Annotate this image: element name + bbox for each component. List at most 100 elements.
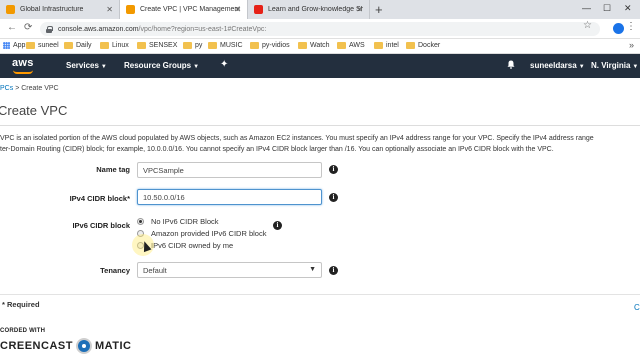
screencast-logo-icon xyxy=(75,338,92,354)
browser-toolbar: ← ⟳ console.aws.amazon.com /vpc/home?reg… xyxy=(0,19,640,39)
bookmark-label: AWS xyxy=(349,42,365,49)
caret-down-icon: ▼ xyxy=(632,64,639,70)
bookmark-folder[interactable]: intel xyxy=(374,42,399,49)
ipv6-option-none[interactable]: No IPv6 CIDR Block xyxy=(137,217,219,226)
breadcrumb-current: Create VPC xyxy=(21,85,59,92)
bookmark-folder[interactable]: py xyxy=(183,42,202,49)
aws-favicon-icon xyxy=(126,5,135,14)
radio-label: No IPv6 CIDR Block xyxy=(151,217,219,226)
folder-icon xyxy=(250,42,259,49)
maximize-button[interactable]: ☐ xyxy=(603,3,611,14)
tenancy-label: Tenancy xyxy=(100,266,130,275)
aws-logo[interactable]: aws xyxy=(12,57,34,69)
info-icon[interactable]: i xyxy=(329,193,338,202)
back-arrow-icon[interactable]: ← xyxy=(7,22,17,33)
close-icon[interactable]: ✕ xyxy=(234,5,241,14)
account-menu[interactable]: suneeldarsa ▼ xyxy=(530,61,585,70)
name-tag-input[interactable]: VPCSample xyxy=(137,162,322,178)
caret-down-icon: ▼ xyxy=(193,64,200,70)
folder-icon xyxy=(298,42,307,49)
region-name: N. Virginia xyxy=(591,61,631,70)
folder-icon xyxy=(137,42,146,49)
pin-icon[interactable]: ✦ xyxy=(220,59,228,70)
bell-icon[interactable] xyxy=(507,60,515,69)
address-bar[interactable]: console.aws.amazon.com /vpc/home?region=… xyxy=(40,22,600,36)
name-tag-value: VPCSample xyxy=(143,165,184,175)
bookmark-folder[interactable]: py-vidios xyxy=(250,42,290,49)
aws-smile-icon xyxy=(13,70,33,74)
bookmark-folder[interactable]: Watch xyxy=(298,42,330,49)
browser-menu-icon[interactable]: ⋮ xyxy=(626,21,636,32)
minimize-button[interactable]: — xyxy=(582,3,591,13)
bookmarks-bar: Apps suneel Daily Linux SENSEX py MUSIC … xyxy=(0,39,640,54)
bookmark-folder[interactable]: suneel xyxy=(26,42,59,49)
folder-icon xyxy=(406,42,415,49)
info-icon[interactable]: i xyxy=(329,165,338,174)
bookmark-folder[interactable]: Daily xyxy=(64,42,92,49)
ipv6-option-amazon[interactable]: Amazon provided IPv6 CIDR block xyxy=(137,229,266,238)
bookmarks-overflow-button[interactable]: » xyxy=(629,40,634,50)
resource-groups-menu[interactable]: Resource Groups ▼ xyxy=(124,61,199,70)
bookmark-label: suneel xyxy=(38,42,59,49)
region-menu[interactable]: N. Virginia ▼ xyxy=(591,61,638,70)
breadcrumb-link-vpcs[interactable]: PCs xyxy=(0,85,13,92)
caret-down-icon: ▼ xyxy=(578,64,585,70)
required-label: Required xyxy=(7,300,40,309)
bookmark-label: Linux xyxy=(112,42,129,49)
description-line: ter-Domain Routing (CIDR) block; for exa… xyxy=(0,146,554,153)
bookmark-folder[interactable]: Docker xyxy=(406,42,440,49)
bookmark-folder[interactable]: Linux xyxy=(100,42,129,49)
tenancy-select[interactable]: Default ▼ xyxy=(137,262,322,278)
bookmark-folder[interactable]: MUSIC xyxy=(208,42,243,49)
bookmark-label: Watch xyxy=(310,42,330,49)
folder-icon xyxy=(208,42,217,49)
radio-label: IPv6 CIDR owned by me xyxy=(151,241,234,250)
cancel-link[interactable]: C xyxy=(634,303,640,312)
url-host: console.aws.amazon.com xyxy=(58,25,139,33)
resource-groups-label: Resource Groups xyxy=(124,61,192,70)
browser-tab-active[interactable]: Create VPC | VPC Management C ✕ xyxy=(120,0,248,19)
bookmark-label: py xyxy=(195,42,203,49)
caret-down-icon: ▼ xyxy=(309,266,316,273)
divider xyxy=(0,125,640,126)
page-description: VPC is an isolated portion of the AWS cl… xyxy=(0,133,640,155)
bookmark-label: MUSIC xyxy=(220,42,243,49)
caret-down-icon: ▼ xyxy=(100,64,107,70)
profile-avatar[interactable] xyxy=(613,23,624,34)
bookmark-folder[interactable]: AWS xyxy=(337,42,365,49)
aws-console-navbar: aws Services ▼ Resource Groups ▼ ✦ suneeld… xyxy=(0,54,640,78)
tab-title: Learn and Grow-knowledge Sha xyxy=(268,6,363,13)
folder-icon xyxy=(64,42,73,49)
info-icon[interactable]: i xyxy=(329,266,338,275)
info-icon[interactable]: i xyxy=(273,221,282,230)
new-tab-button[interactable]: + xyxy=(375,2,383,17)
close-icon[interactable]: ✕ xyxy=(356,5,363,14)
close-icon[interactable]: ✕ xyxy=(106,5,113,14)
url-path: /vpc/home?region=us-east-1#CreateVpc: xyxy=(138,25,267,33)
bookmark-label: intel xyxy=(386,42,399,49)
bookmark-star-icon[interactable]: ☆ xyxy=(583,20,592,31)
divider xyxy=(0,294,640,295)
bookmark-folder[interactable]: SENSEX xyxy=(137,42,177,49)
folder-icon xyxy=(26,42,35,49)
folder-icon xyxy=(183,42,192,49)
browser-tabstrip: Global Infrastructure ✕ Create VPC | VPC… xyxy=(0,0,640,19)
reload-icon[interactable]: ⟳ xyxy=(24,22,32,33)
browser-tab[interactable]: Global Infrastructure ✕ xyxy=(0,0,120,19)
page-title: Create VPC xyxy=(0,103,68,118)
tenancy-value: Default xyxy=(143,265,167,275)
watermark-caption: CORDED WITH xyxy=(0,328,46,334)
ipv4-cidr-value: 10.50.0.0/16 xyxy=(143,192,185,202)
bookmark-label: Docker xyxy=(418,42,441,49)
breadcrumb-separator: > xyxy=(15,85,20,92)
name-tag-label: Name tag xyxy=(96,165,130,174)
required-note: * Required xyxy=(2,300,40,309)
radio-button[interactable] xyxy=(137,218,144,225)
ipv4-cidr-input[interactable]: 10.50.0.0/16 xyxy=(137,189,322,205)
services-menu[interactable]: Services ▼ xyxy=(66,61,107,70)
watermark-right: MATIC xyxy=(94,340,132,352)
folder-icon xyxy=(100,42,109,49)
browser-tab[interactable]: Learn and Grow-knowledge Sha ✕ xyxy=(248,0,370,19)
bookmark-label: py-vidios xyxy=(262,42,290,49)
window-close-button[interactable]: ✕ xyxy=(624,3,632,14)
